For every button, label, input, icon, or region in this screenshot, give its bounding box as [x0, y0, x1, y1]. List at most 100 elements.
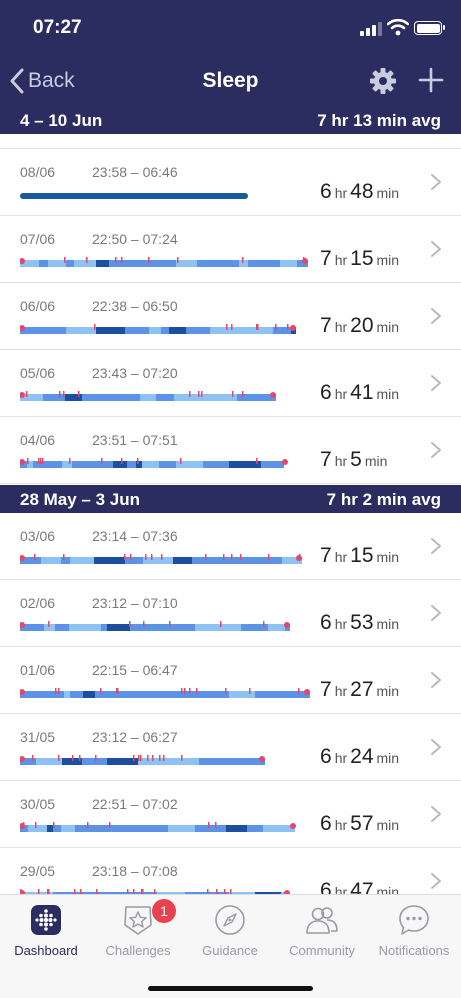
duration-minutes: 27	[350, 678, 374, 701]
sleep-bar	[19, 553, 302, 565]
sleep-stages-bar	[19, 621, 290, 631]
duration-minutes: 48	[350, 180, 374, 203]
sleep-date: 08/06	[20, 164, 56, 180]
sleep-duration: 6 hr 41 min	[320, 381, 402, 405]
sleep-log-row[interactable]: 29/05 23:18 – 07:08 6 hr 47 min	[0, 848, 461, 894]
sleep-log-row[interactable]: 06/06 22:38 – 06:50 7 hr 20 min	[0, 283, 461, 350]
sleep-stages-bar	[19, 688, 310, 698]
sleep-stages-bar	[19, 391, 276, 401]
sleep-time-range: 22:38 – 06:50	[92, 298, 178, 314]
sleep-log-row[interactable]: 02/06 23:12 – 07:10 6 hr 53 min	[0, 580, 461, 647]
cellular-signal-icon	[360, 22, 382, 36]
duration-minutes: 5	[350, 448, 362, 471]
sleep-log-row[interactable]: 08/06 23:58 – 06:46 6 hr 48 min	[0, 149, 461, 216]
duration-hours-unit: hr	[334, 884, 348, 894]
duration-hours-unit: hr	[334, 817, 348, 833]
tab-label: Guidance	[202, 943, 258, 958]
sleep-date: 30/05	[20, 796, 56, 812]
gear-icon[interactable]	[369, 67, 397, 95]
duration-minutes-unit: min	[376, 252, 400, 268]
duration-hours: 6	[320, 381, 332, 404]
duration-minutes: 57	[350, 812, 374, 835]
people-icon	[306, 907, 338, 934]
chevron-right-icon	[431, 174, 441, 190]
sleep-time-range: 23:12 – 07:10	[92, 595, 178, 611]
sleep-log-row[interactable]: 05/06 23:43 – 07:20 6 hr 41 min	[0, 350, 461, 417]
compass-icon	[215, 905, 245, 935]
tab-bar: Dashboard Challenges 1 Guidance Communit…	[0, 894, 461, 998]
sleep-log-row[interactable]: 04/06 23:51 – 07:51 7 hr 5 min	[0, 417, 461, 484]
sleep-bar	[19, 323, 296, 335]
sleep-duration: 6 hr 53 min	[320, 611, 402, 635]
tab-guidance[interactable]: Guidance	[184, 903, 276, 958]
sleep-bar	[19, 390, 276, 402]
challenges-badge: 1	[152, 899, 176, 923]
sleep-date: 31/05	[20, 729, 56, 745]
duration-hours: 6	[320, 611, 332, 634]
week-header: 4 – 10 Jun 7 hr 13 min avg	[0, 106, 461, 134]
sleep-log-row[interactable]: 31/05 23:12 – 06:27 6 hr 24 min	[0, 714, 461, 781]
chevron-right-icon	[431, 806, 441, 822]
sleep-time-range: 22:15 – 06:47	[92, 662, 178, 678]
sleep-stages-bar	[19, 755, 265, 765]
duration-hours: 7	[320, 247, 332, 270]
sleep-stages-bar	[19, 554, 302, 564]
chevron-right-icon	[431, 308, 441, 324]
tab-dashboard[interactable]: Dashboard	[0, 903, 92, 958]
duration-minutes-unit: min	[376, 750, 400, 766]
sleep-bar	[19, 620, 290, 632]
sleep-duration: 7 hr 27 min	[320, 678, 402, 702]
sleep-date: 03/06	[20, 528, 56, 544]
sleep-date: 04/06	[20, 432, 56, 448]
sleep-log-row[interactable]: 03/06 23:14 – 07:36 7 hr 15 min	[0, 513, 461, 580]
sleep-time-range: 23:43 – 07:20	[92, 365, 178, 381]
sleep-log-row[interactable]: 01/06 22:15 – 06:47 7 hr 27 min	[0, 647, 461, 714]
duration-hours: 6	[320, 180, 332, 203]
duration-minutes-unit: min	[376, 616, 400, 632]
tab-notifications[interactable]: Notifications	[368, 903, 460, 958]
sleep-stages-bar	[19, 324, 296, 334]
week-range: 4 – 10 Jun	[20, 111, 103, 130]
duration-minutes: 41	[350, 381, 374, 404]
chevron-right-icon	[431, 873, 441, 889]
duration-hours-unit: hr	[334, 185, 348, 201]
battery-icon	[414, 21, 445, 35]
sleep-bar	[19, 457, 288, 469]
star-icon	[124, 906, 152, 935]
sleep-date: 29/05	[20, 863, 56, 879]
sleep-time-range: 23:14 – 07:36	[92, 528, 178, 544]
sleep-bar	[19, 256, 308, 268]
duration-hours: 6	[320, 745, 332, 768]
sleep-log-row[interactable]: 30/05 22:51 – 07:02 6 hr 57 min	[0, 781, 461, 848]
top-bar: 07:27 Back Sleep	[0, 0, 461, 106]
sleep-time-range: 22:51 – 07:02	[92, 796, 178, 812]
status-bar: 07:27	[0, 0, 461, 56]
duration-hours: 6	[320, 879, 332, 894]
duration-hours-unit: hr	[334, 750, 348, 766]
duration-minutes: 20	[350, 314, 374, 337]
sleep-duration: 6 hr 47 min	[320, 879, 402, 894]
duration-minutes-unit: min	[376, 884, 400, 894]
chevron-right-icon	[431, 375, 441, 391]
duration-minutes: 15	[350, 247, 374, 270]
sleep-stages-bar	[19, 257, 308, 267]
duration-minutes: 24	[350, 745, 374, 768]
sleep-log-row[interactable]: 07/06 22:50 – 07:24 7 hr 15 min	[0, 216, 461, 283]
sleep-date: 07/06	[20, 231, 56, 247]
sleep-duration: 6 hr 48 min	[320, 180, 402, 204]
home-indicator	[148, 986, 313, 991]
sleep-log-list[interactable]: 08/06 23:58 – 06:46 6 hr 48 min 07/06 22:50 – 0…	[0, 134, 461, 894]
sleep-date: 06/06	[20, 298, 56, 314]
duration-minutes: 53	[350, 611, 374, 634]
duration-minutes-unit: min	[376, 386, 400, 402]
status-time: 07:27	[33, 17, 82, 38]
tab-community[interactable]: Community	[276, 903, 368, 958]
sleep-date: 01/06	[20, 662, 56, 678]
add-icon[interactable]	[418, 67, 444, 93]
tab-label: Challenges	[105, 943, 171, 958]
list-item-partial	[0, 134, 461, 149]
duration-hours: 7	[320, 314, 332, 337]
duration-hours-unit: hr	[334, 683, 348, 699]
sleep-duration: 7 hr 15 min	[320, 247, 402, 271]
week-header: 28 May – 3 Jun 7 hr 2 min avg	[0, 485, 461, 513]
